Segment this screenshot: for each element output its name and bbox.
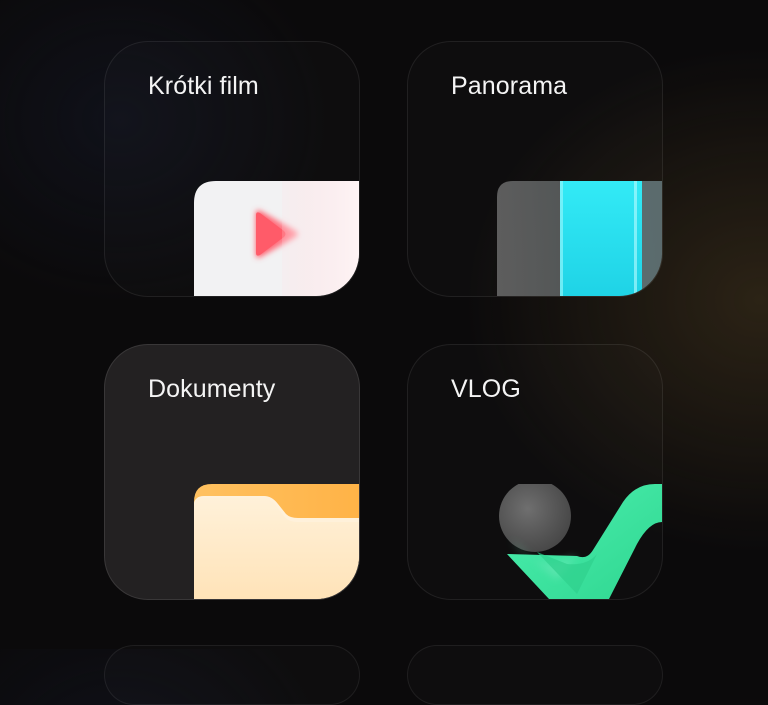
tile-vlog[interactable]: VLOG	[407, 344, 663, 600]
tile-label: VLOG	[451, 375, 521, 403]
tile-partial-left[interactable]	[104, 645, 360, 705]
tile-documents[interactable]: Dokumenty	[104, 344, 360, 600]
vlog-icon	[497, 484, 662, 599]
play-icon	[194, 181, 359, 296]
tile-panorama[interactable]: Panorama	[407, 41, 663, 297]
tile-label: Krótki film	[148, 72, 259, 100]
tile-short-film[interactable]: Krótki film	[104, 41, 360, 297]
folder-icon	[194, 484, 359, 599]
tile-partial-right[interactable]	[407, 645, 663, 705]
tile-label: Panorama	[451, 72, 568, 100]
tile-label: Dokumenty	[148, 375, 276, 403]
panorama-icon	[497, 181, 662, 296]
